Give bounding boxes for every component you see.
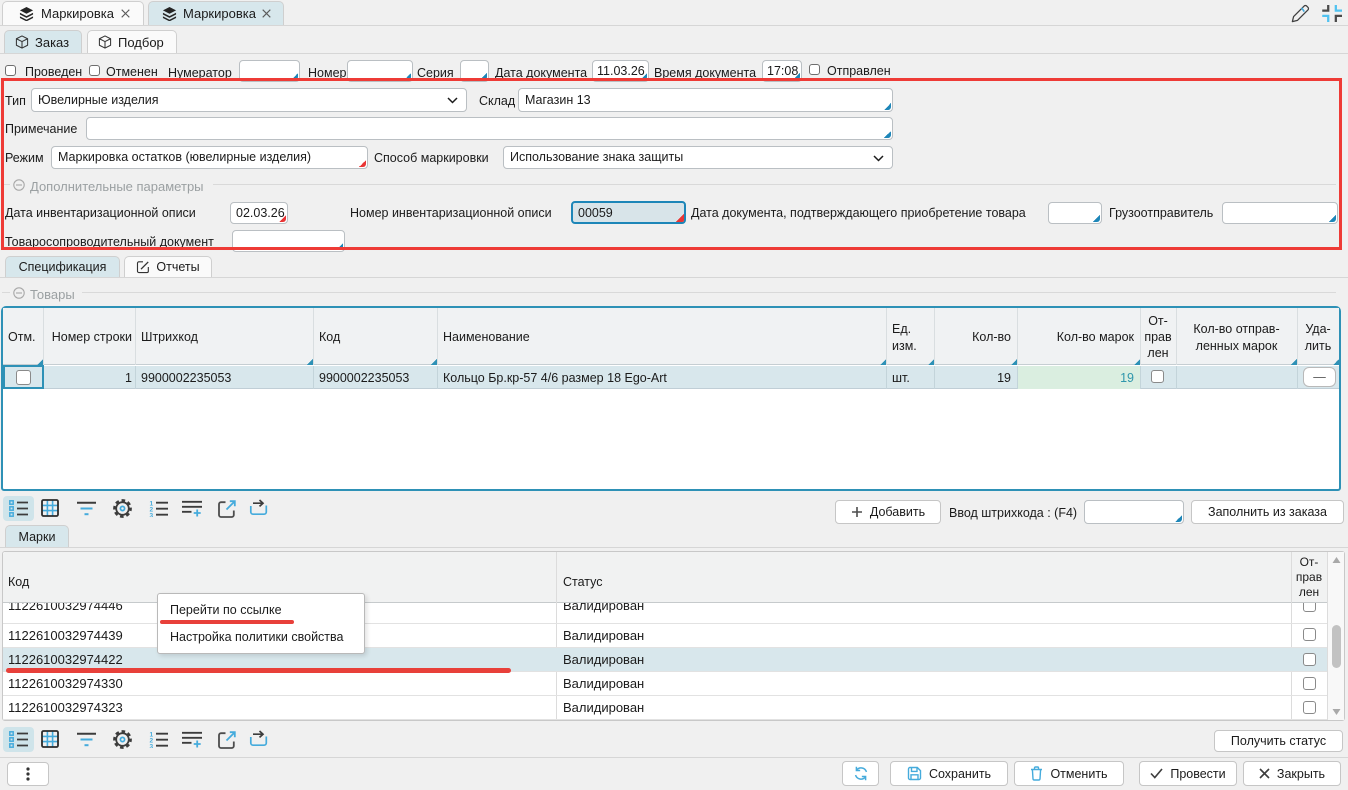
svg-text:3: 3 bbox=[150, 743, 154, 748]
svg-text:3: 3 bbox=[150, 512, 154, 517]
